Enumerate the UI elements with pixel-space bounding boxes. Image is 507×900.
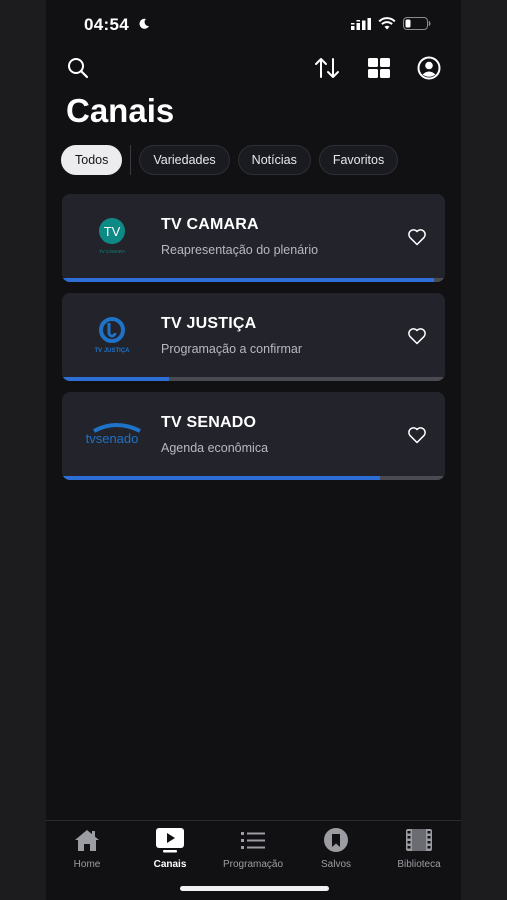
page-title: Canais (66, 92, 175, 129)
home-icon (72, 827, 102, 853)
channel-program: Agenda econômica (161, 441, 269, 455)
program-progress-bar (62, 278, 445, 282)
nav-label: Salvos (320, 859, 351, 870)
filter-chip-todos[interactable]: Todos (61, 145, 123, 175)
nav-programacao[interactable]: Programação (213, 827, 293, 870)
channel-logo-tv-justica: TV JUSTIÇA (76, 307, 148, 363)
channel-name: TV JUSTIÇA (161, 315, 257, 332)
chip-divider (130, 145, 132, 175)
channel-name: TV SENADO (161, 414, 257, 431)
nav-label: Canais (153, 859, 187, 870)
nav-label: Biblioteca (397, 859, 441, 870)
moon-icon (138, 17, 150, 35)
svg-text:TV CÂMARA: TV CÂMARA (99, 248, 125, 254)
bookmark-icon (321, 827, 351, 853)
account-icon[interactable] (416, 55, 442, 81)
favorite-heart-icon[interactable] (407, 326, 427, 346)
favorite-heart-icon[interactable] (407, 425, 427, 445)
channel-logo-tv-camara: TV TV CÂMARA (76, 208, 148, 264)
search-icon[interactable] (65, 55, 91, 81)
nav-canais[interactable]: Canais (130, 827, 210, 870)
channel-card[interactable]: tvsenado TV SENADO Agenda econômica (62, 392, 445, 480)
nav-label: Programação (222, 859, 284, 870)
list-icon (238, 827, 268, 853)
svg-text:TV: TV (104, 224, 121, 239)
channel-name: TV CAMARA (161, 216, 259, 233)
nav-home[interactable]: Home (47, 827, 127, 870)
progress-fill (62, 476, 380, 480)
status-bar: 04:54 (46, 0, 461, 50)
filter-chip-noticias[interactable]: Notícias (237, 145, 311, 175)
nav-salvos[interactable]: Salvos (296, 827, 376, 870)
channel-card[interactable]: TV JUSTIÇA TV JUSTIÇA Programação a conf… (62, 293, 445, 381)
program-progress-bar (62, 377, 445, 381)
status-time: 04:54 (84, 15, 129, 34)
signal-icon (351, 17, 371, 35)
channel-program: Programação a confirmar (161, 342, 303, 356)
filter-chip-favoritos[interactable]: Favoritos (318, 145, 399, 175)
progress-fill (62, 377, 170, 381)
channel-logo-tv-senado: tvsenado (76, 406, 148, 462)
favorite-heart-icon[interactable] (407, 227, 427, 247)
grid-icon[interactable] (366, 55, 392, 81)
nav-label: Home (73, 859, 101, 870)
home-indicator[interactable] (180, 886, 329, 891)
filter-chips: Todos Variedades Notícias Favoritos (61, 145, 399, 175)
channel-card[interactable]: TV TV CÂMARA TV CAMARA Reapresentação do… (62, 194, 445, 282)
program-progress-bar (62, 476, 445, 480)
tv-play-icon (155, 827, 185, 853)
film-icon (404, 827, 434, 853)
sort-icon[interactable] (314, 55, 340, 81)
filter-chip-variedades[interactable]: Variedades (139, 145, 230, 175)
svg-text:TV JUSTIÇA: TV JUSTIÇA (94, 348, 130, 354)
nav-biblioteca[interactable]: Biblioteca (379, 827, 459, 870)
wifi-icon (378, 17, 396, 35)
progress-fill (62, 278, 434, 282)
battery-icon (403, 17, 431, 35)
channel-program: Reapresentação do plenário (161, 243, 319, 257)
svg-text:tvsenado: tvsenado (86, 431, 139, 446)
app-screen: 04:54 Canais Todos Variedades Notícias F… (46, 0, 461, 900)
